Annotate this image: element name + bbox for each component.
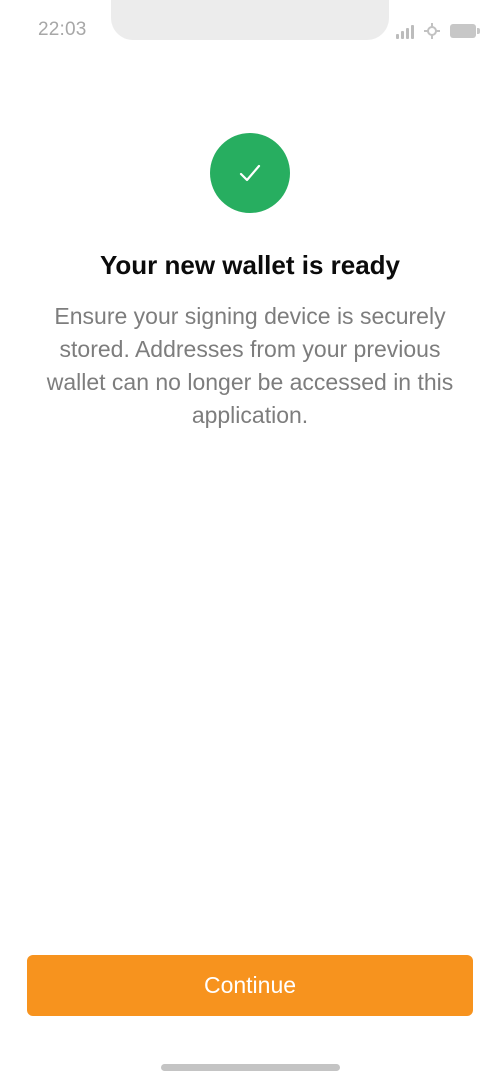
status-icons [396,21,480,41]
wifi-icon [424,23,440,39]
status-bar: 22:03 [0,0,500,60]
battery-icon [450,24,480,38]
continue-button[interactable]: Continue [27,955,473,1016]
checkmark-icon [239,164,261,182]
signal-icon [396,23,414,39]
device-notch [111,0,389,40]
page-description: Ensure your signing device is securely s… [46,303,454,428]
home-indicator[interactable] [161,1064,340,1071]
success-badge [210,133,290,213]
status-time: 22:03 [38,19,87,40]
page-title: Your new wallet is ready [99,250,401,280]
